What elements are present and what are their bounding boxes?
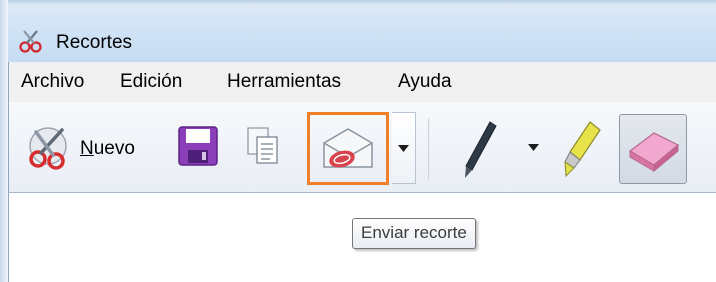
triangle-down-icon xyxy=(398,145,409,152)
copy-icon[interactable] xyxy=(246,126,280,166)
title-bar[interactable]: Recortes xyxy=(8,6,716,68)
window-left-edge xyxy=(0,0,8,282)
envelope-icon xyxy=(323,128,373,168)
send-snip-dropdown[interactable] xyxy=(392,112,416,184)
pen-icon[interactable] xyxy=(460,118,500,180)
scissors-icon xyxy=(29,127,67,170)
menu-bar: Archivo Edición Herramientas Ayuda xyxy=(8,62,716,102)
menu-archivo[interactable]: Archivo xyxy=(21,71,84,93)
triangle-down-icon[interactable] xyxy=(528,144,539,151)
menu-herramientas[interactable]: Herramientas xyxy=(227,71,341,93)
menu-ayuda[interactable]: Ayuda xyxy=(398,71,452,93)
new-snip-label: Nuevo xyxy=(80,138,135,160)
eraser-icon xyxy=(628,132,680,173)
window-title: Recortes xyxy=(56,32,133,53)
new-snip-label-rest: uevo xyxy=(93,138,135,159)
send-snip-tooltip: Enviar recorte xyxy=(352,218,476,249)
new-snip-button[interactable]: Nuevo xyxy=(24,118,164,180)
eraser-button[interactable] xyxy=(619,114,687,184)
new-snip-label-mnemonic: N xyxy=(80,138,94,159)
screenshot: Recortes Archivo Edición Herramientas Ay… xyxy=(0,0,716,282)
menu-edicion[interactable]: Edición xyxy=(120,71,182,93)
scissors-icon xyxy=(19,30,42,53)
toolbar-separator xyxy=(428,118,430,180)
floppy-disk-icon[interactable] xyxy=(176,124,220,168)
highlighter-icon[interactable] xyxy=(560,118,604,180)
send-snip-button[interactable] xyxy=(307,112,389,185)
